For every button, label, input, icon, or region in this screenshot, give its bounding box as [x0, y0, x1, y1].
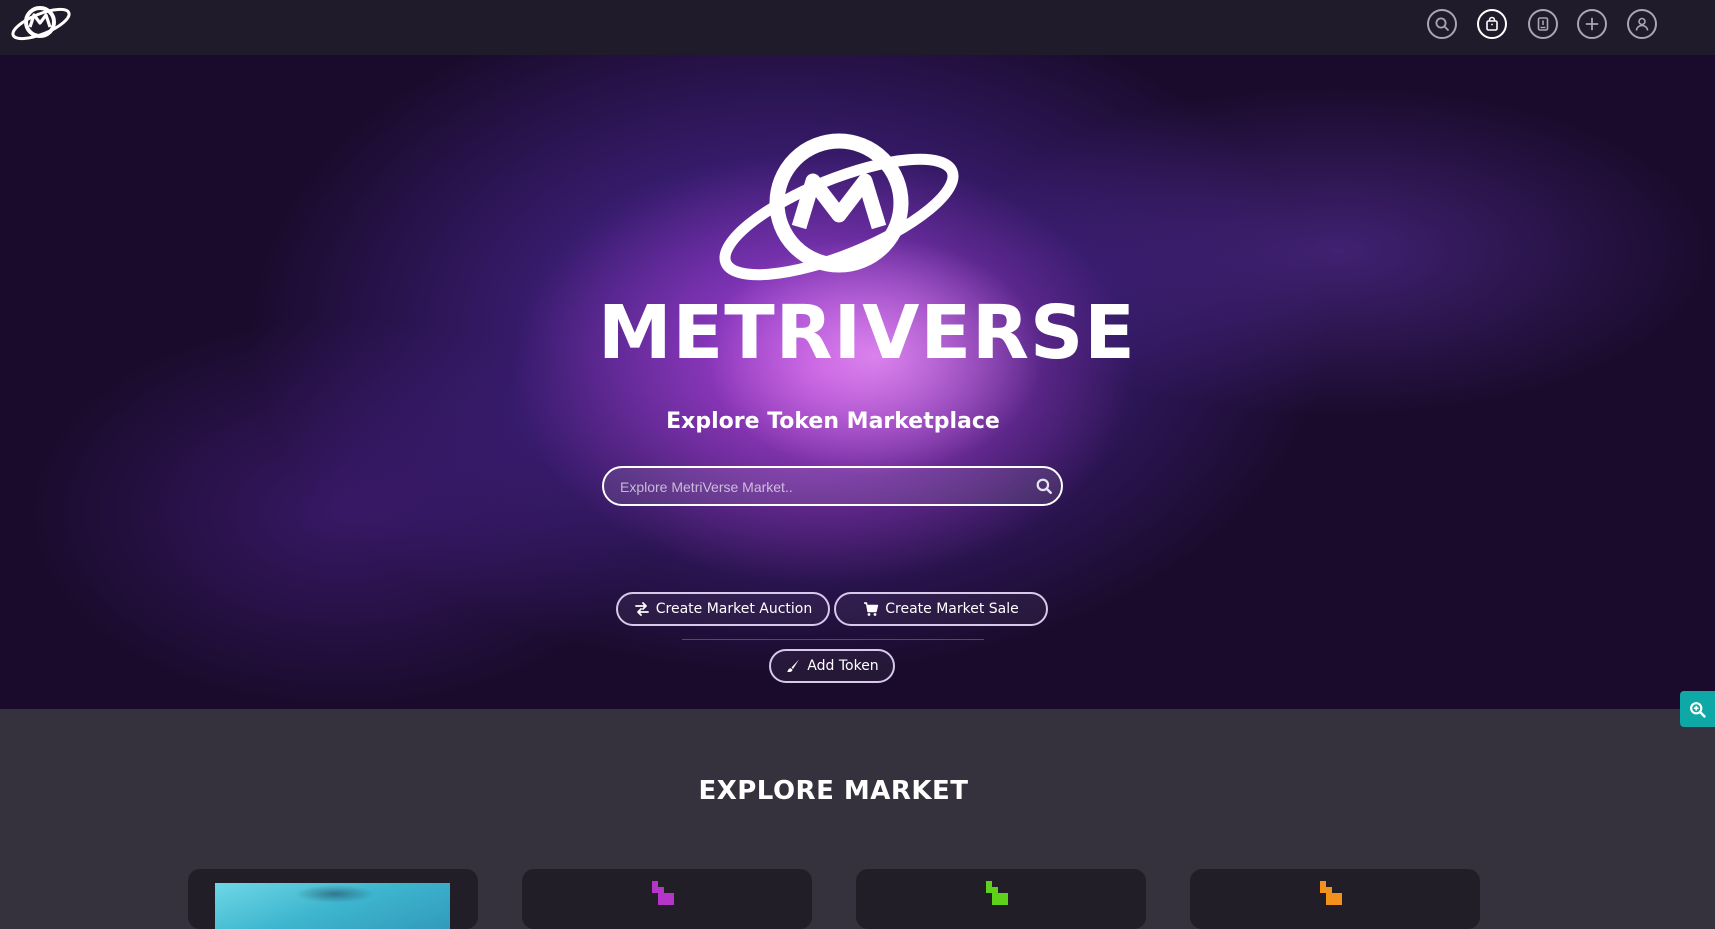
market-search-input[interactable]	[618, 468, 1022, 506]
market-card[interactable]	[188, 869, 478, 929]
market-card[interactable]	[1190, 869, 1480, 929]
create-market-auction-button[interactable]: Create Market Auction	[616, 592, 830, 626]
nav-profile-button[interactable]	[1627, 9, 1657, 39]
nav-market-button[interactable]	[1477, 9, 1507, 39]
pixel-glyph-icon	[1320, 881, 1342, 905]
create-market-auction-label: Create Market Auction	[655, 601, 813, 617]
hero-divider	[682, 639, 984, 640]
nav-add-button[interactable]	[1577, 9, 1607, 39]
top-navbar	[0, 0, 1715, 55]
search-icon	[1435, 17, 1449, 31]
notebook-icon	[1537, 17, 1549, 31]
pixel-glyph-icon	[652, 881, 674, 905]
plus-icon	[1585, 17, 1599, 31]
market-card[interactable]	[522, 869, 812, 929]
exchange-arrows-icon	[634, 602, 649, 616]
create-market-sale-label: Create Market Sale	[885, 601, 1019, 617]
nav-search-button[interactable]	[1427, 9, 1457, 39]
shopping-bag-icon	[1486, 16, 1498, 31]
pixel-glyph-icon	[986, 881, 1008, 905]
metriverse-wordmark: METRIVERSE	[598, 290, 1136, 376]
market-card[interactable]	[856, 869, 1146, 929]
zoom-tab-button[interactable]	[1680, 691, 1715, 727]
market-search-box	[602, 466, 1063, 506]
zoom-in-icon	[1690, 701, 1706, 718]
add-token-button[interactable]: Add Token	[769, 649, 895, 683]
nav-icon-group	[1427, 9, 1660, 41]
explore-market-title: EXPLORE MARKET	[698, 776, 969, 806]
create-market-sale-button[interactable]: Create Market Sale	[834, 592, 1048, 626]
hero-subtitle: Explore Token Marketplace	[666, 409, 1000, 434]
nav-docs-button[interactable]	[1528, 9, 1558, 39]
search-icon[interactable]	[1035, 477, 1053, 495]
user-icon	[1635, 17, 1649, 31]
paint-brush-icon	[787, 659, 800, 673]
cart-icon	[864, 602, 879, 616]
hero-banner: METRIVERSE Explore Token Marketplace Cre…	[0, 55, 1715, 709]
card-thumbnail-underwater-image	[215, 883, 450, 929]
metriverse-logo-icon[interactable]	[10, 3, 72, 43]
metriverse-planet-logo-icon	[719, 133, 959, 281]
add-token-label: Add Token	[807, 658, 879, 674]
